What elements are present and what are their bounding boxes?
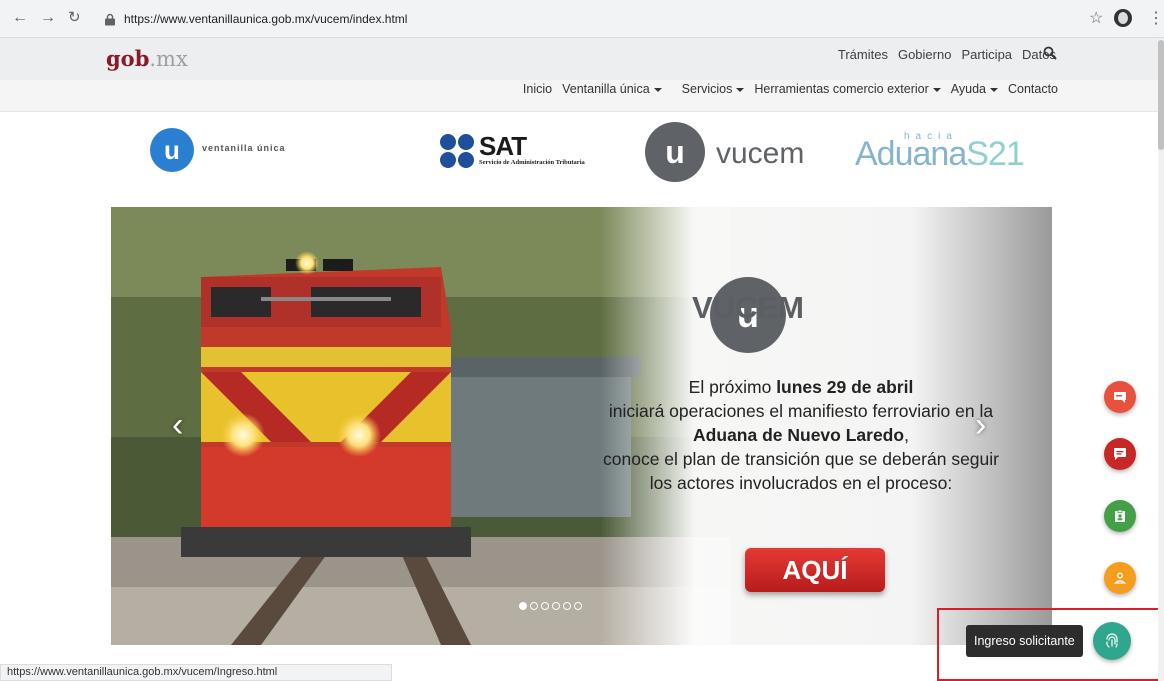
chat-icon: [1114, 392, 1126, 403]
sat-logo-mark[interactable]: [440, 134, 476, 170]
carousel-dot[interactable]: [519, 602, 527, 610]
vucem-logo-text: vucem: [716, 137, 805, 170]
browser-toolbar: ← → ↻ https://www.ventanillaunica.gob.mx…: [0, 0, 1164, 38]
ingreso-solicitante-button[interactable]: [1093, 622, 1131, 660]
reload-icon[interactable]: ↻: [68, 9, 81, 27]
slide-announcement: El próximo lunes 29 de abril iniciará op…: [603, 377, 999, 493]
ventanilla-unica-text: ventanilla única: [202, 143, 286, 153]
caret-down-icon: [989, 87, 998, 92]
status-bar-url: https://www.ventanillaunica.gob.mx/vucem…: [0, 664, 392, 681]
url-text: https://www.ventanillaunica.gob.mx/vucem…: [124, 12, 408, 26]
search-icon[interactable]: [1043, 46, 1057, 60]
link-gobierno[interactable]: Gobierno: [898, 47, 951, 62]
top-links: Trámites Gobierno Participa Datos: [838, 47, 1056, 62]
gob-header: gob.mx Trámites Gobierno Participa Datos: [0, 38, 1158, 80]
nav-herramientas[interactable]: Herramientas comercio exterior: [754, 82, 941, 96]
chat-button[interactable]: [1104, 381, 1136, 413]
main-nav: Inicio Ventanilla única Servicios Herram…: [0, 80, 1158, 112]
fingerprint-icon: [1106, 633, 1118, 648]
carousel-next-icon[interactable]: ›: [975, 408, 995, 442]
bookmark-star-icon[interactable]: ☆: [1089, 8, 1103, 28]
nav-contacto[interactable]: Contacto: [1008, 82, 1058, 96]
ventanilla-unica-logo[interactable]: u: [150, 128, 194, 172]
caret-down-icon: [653, 87, 662, 92]
sat-subtitle: Servicio de Administración Tributaria: [479, 159, 585, 166]
scrollbar-thumb[interactable]: [1158, 40, 1164, 150]
carousel-dot[interactable]: [541, 602, 549, 610]
lock-icon: [105, 13, 115, 25]
nav-ventanilla-unica[interactable]: Ventanilla única: [562, 82, 662, 96]
aqui-button[interactable]: AQUÍ: [745, 548, 885, 592]
carousel-dot[interactable]: [574, 602, 582, 610]
carousel-dot[interactable]: [563, 602, 571, 610]
nav-ayuda[interactable]: Ayuda: [951, 82, 998, 96]
back-icon[interactable]: ←: [12, 9, 28, 27]
caret-down-icon: [736, 87, 745, 92]
vucem-logo[interactable]: u: [645, 122, 705, 182]
link-tramites[interactable]: Trámites: [838, 47, 888, 62]
user-button[interactable]: [1104, 562, 1136, 594]
caret-down-icon: [932, 87, 941, 92]
forward-icon[interactable]: →: [40, 9, 56, 27]
gob-logo[interactable]: gob.mx: [106, 46, 188, 71]
address-bar[interactable]: https://www.ventanillaunica.gob.mx/vucem…: [96, 6, 1096, 32]
nav-inicio[interactable]: Inicio: [523, 82, 552, 96]
vucem-slide-title: VUCEM: [692, 290, 804, 325]
carousel-prev-icon[interactable]: ‹: [172, 408, 192, 442]
sat-logo-text: SAT: [479, 131, 527, 161]
extension-icon[interactable]: [1114, 9, 1132, 27]
nav-servicios[interactable]: Servicios: [682, 82, 745, 96]
ingreso-tooltip: Ingreso solicitante: [966, 625, 1083, 657]
message-button[interactable]: [1104, 438, 1136, 470]
carousel-indicators: [519, 602, 582, 610]
carousel-dot[interactable]: [552, 602, 560, 610]
person-icon: [1113, 572, 1127, 584]
badge-button[interactable]: [1104, 500, 1136, 532]
aduana-s21-logo[interactable]: AduanaS21: [855, 135, 1025, 174]
message-icon: [1114, 448, 1126, 460]
menu-icon[interactable]: ⋮: [1148, 8, 1164, 28]
carousel-dot[interactable]: [530, 602, 538, 610]
link-participa[interactable]: Participa: [961, 47, 1012, 62]
id-badge-icon: [1115, 509, 1125, 522]
